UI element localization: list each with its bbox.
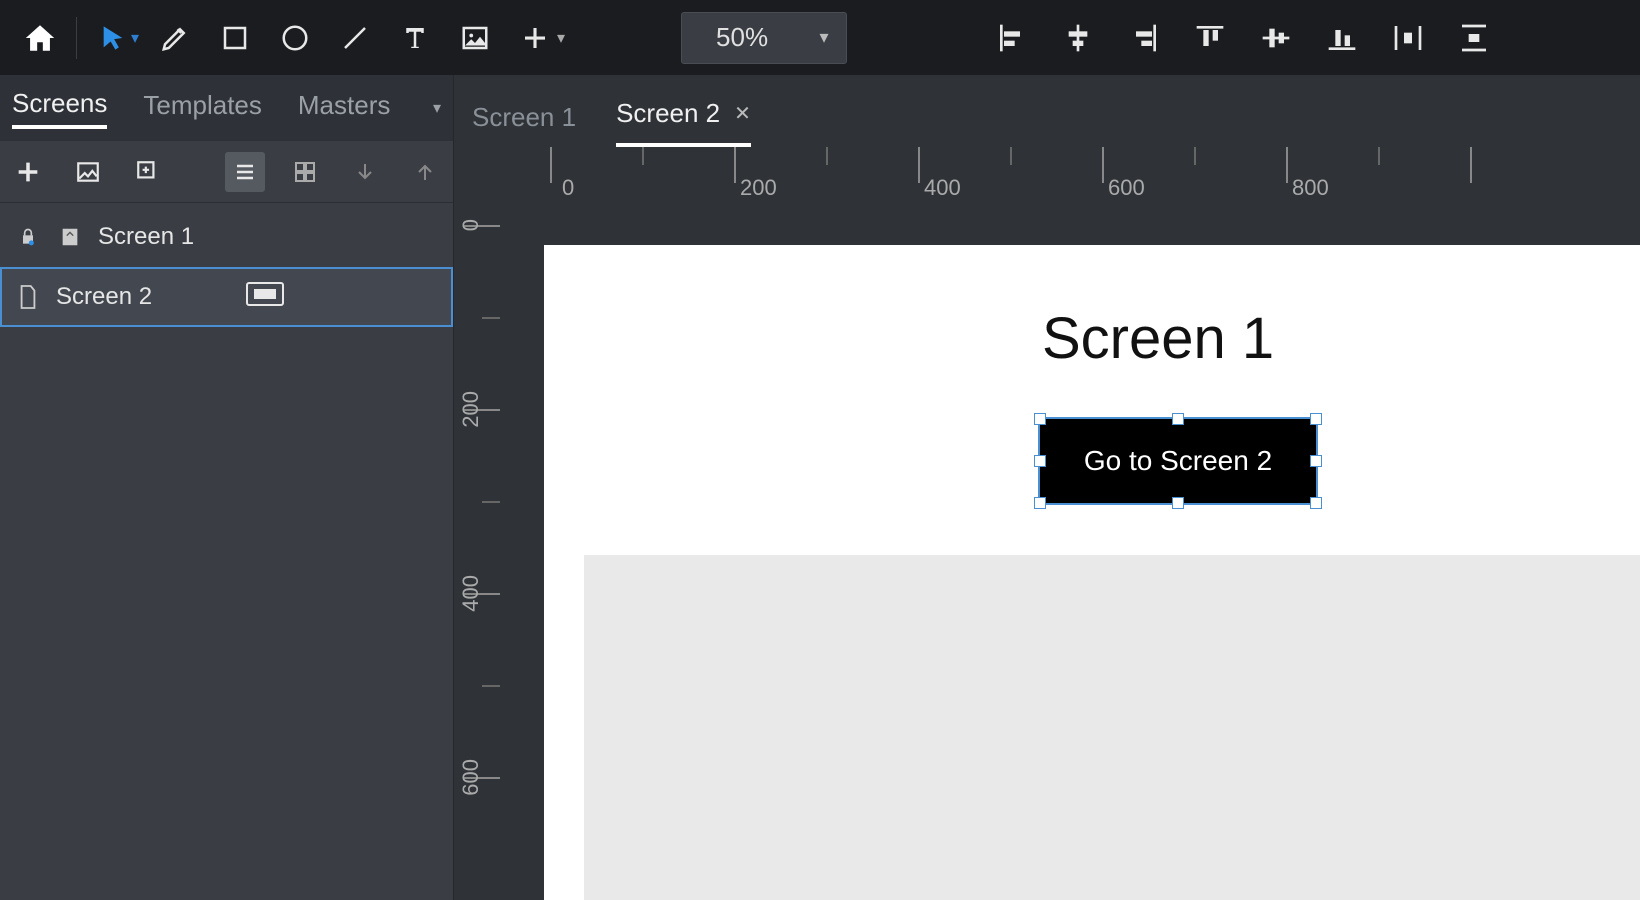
screen-item-1[interactable]: Screen 1	[0, 207, 453, 267]
screen-item-label: Screen 2	[56, 283, 152, 311]
resize-handle-tr[interactable]	[1310, 413, 1322, 425]
screen-list: Screen 1 Screen 2	[0, 203, 453, 900]
align-bottom-icon[interactable]	[1317, 8, 1367, 68]
document-tabs: Screen 1 Screen 2 ✕	[454, 75, 1640, 147]
canvas-placeholder-block[interactable]	[584, 555, 1640, 900]
home-icon[interactable]	[10, 8, 70, 68]
text-tool-icon[interactable]	[385, 8, 445, 68]
align-tools	[987, 8, 1499, 68]
doc-tab-screen1[interactable]: Screen 1	[472, 102, 576, 147]
panel-tab-masters[interactable]: Masters	[298, 90, 390, 127]
align-right-icon[interactable]	[1119, 8, 1169, 68]
resize-handle-ml[interactable]	[1034, 455, 1046, 467]
zoom-selector[interactable]: 50% ▾	[681, 12, 847, 64]
page-icon	[14, 283, 42, 311]
resize-handle-mr[interactable]	[1310, 455, 1322, 467]
home-screen-icon	[56, 223, 84, 251]
zoom-chevron-icon[interactable]: ▾	[802, 27, 846, 48]
line-tool-icon[interactable]	[325, 8, 385, 68]
resize-handle-br[interactable]	[1310, 497, 1322, 509]
pen-tool-icon[interactable]	[145, 8, 205, 68]
toolbar-separator	[76, 17, 77, 59]
grid-view-icon[interactable]	[285, 152, 325, 192]
master-badge-icon	[246, 282, 284, 313]
list-view-icon[interactable]	[225, 152, 265, 192]
align-left-icon[interactable]	[987, 8, 1037, 68]
zoom-value[interactable]: 50%	[682, 22, 802, 53]
ruler-label: 400	[458, 575, 484, 612]
canvas-button-label: Go to Screen 2	[1084, 445, 1272, 477]
canvas-wrap: 0 200 400 600 800 0	[454, 147, 1640, 900]
select-tool-chevron-icon[interactable]: ▾	[131, 28, 139, 48]
ellipse-tool-icon[interactable]	[265, 8, 325, 68]
panel-tabs-more-icon[interactable]: ▾	[433, 98, 441, 118]
screen-item-label: Screen 1	[98, 223, 194, 251]
workspace: Screen 1 Screen 2 ✕ 0 200 400 600	[454, 75, 1640, 900]
ruler-label: 400	[924, 175, 961, 201]
canvas[interactable]: Screen 1 Go to Screen 2	[544, 245, 1640, 900]
close-tab-icon[interactable]: ✕	[734, 101, 751, 126]
doc-tab-screen2[interactable]: Screen 2 ✕	[616, 98, 751, 147]
vertical-ruler[interactable]: 0 200 400 600	[454, 205, 518, 900]
doc-tab-label: Screen 1	[472, 102, 576, 133]
align-center-h-icon[interactable]	[1053, 8, 1103, 68]
duplicate-screen-icon[interactable]	[128, 152, 168, 192]
align-top-icon[interactable]	[1185, 8, 1235, 68]
canvas-button-element[interactable]: Go to Screen 2	[1038, 417, 1318, 505]
distribute-v-icon[interactable]	[1449, 8, 1499, 68]
horizontal-ruler[interactable]: 0 200 400 600 800	[518, 147, 1640, 205]
top-toolbar: ▾ ▾ 50% ▾	[0, 0, 1640, 75]
panel-toolbar	[0, 141, 453, 203]
resize-handle-tl[interactable]	[1034, 413, 1046, 425]
align-middle-v-icon[interactable]	[1251, 8, 1301, 68]
distribute-h-icon[interactable]	[1383, 8, 1433, 68]
ruler-label: 200	[458, 391, 484, 428]
add-tool-icon[interactable]	[505, 8, 565, 68]
panel-tabs: Screens Templates Masters ▾	[0, 75, 453, 141]
panel-tab-screens[interactable]: Screens	[12, 88, 107, 129]
ruler-label: 0	[458, 219, 484, 231]
image-tool-icon[interactable]	[445, 8, 505, 68]
resize-handle-bl[interactable]	[1034, 497, 1046, 509]
ruler-label: 800	[1292, 175, 1329, 201]
ruler-label: 0	[562, 175, 574, 201]
left-panel: Screens Templates Masters ▾	[0, 75, 454, 900]
add-image-screen-icon[interactable]	[68, 152, 108, 192]
ruler-label: 600	[1108, 175, 1145, 201]
doc-tab-label: Screen 2	[616, 98, 720, 129]
rectangle-tool-icon[interactable]	[205, 8, 265, 68]
ruler-label: 600	[458, 759, 484, 796]
resize-handle-bc[interactable]	[1172, 497, 1184, 509]
resize-handle-tc[interactable]	[1172, 413, 1184, 425]
move-down-icon[interactable]	[345, 152, 385, 192]
add-screen-icon[interactable]	[8, 152, 48, 192]
canvas-title-text[interactable]: Screen 1	[1042, 305, 1274, 372]
move-up-icon[interactable]	[405, 152, 445, 192]
screen-item-2[interactable]: Screen 2	[0, 267, 453, 327]
add-tool-chevron-icon[interactable]: ▾	[557, 28, 565, 48]
ruler-label: 200	[740, 175, 777, 201]
panel-tab-templates[interactable]: Templates	[143, 90, 262, 127]
lock-icon	[14, 223, 42, 251]
